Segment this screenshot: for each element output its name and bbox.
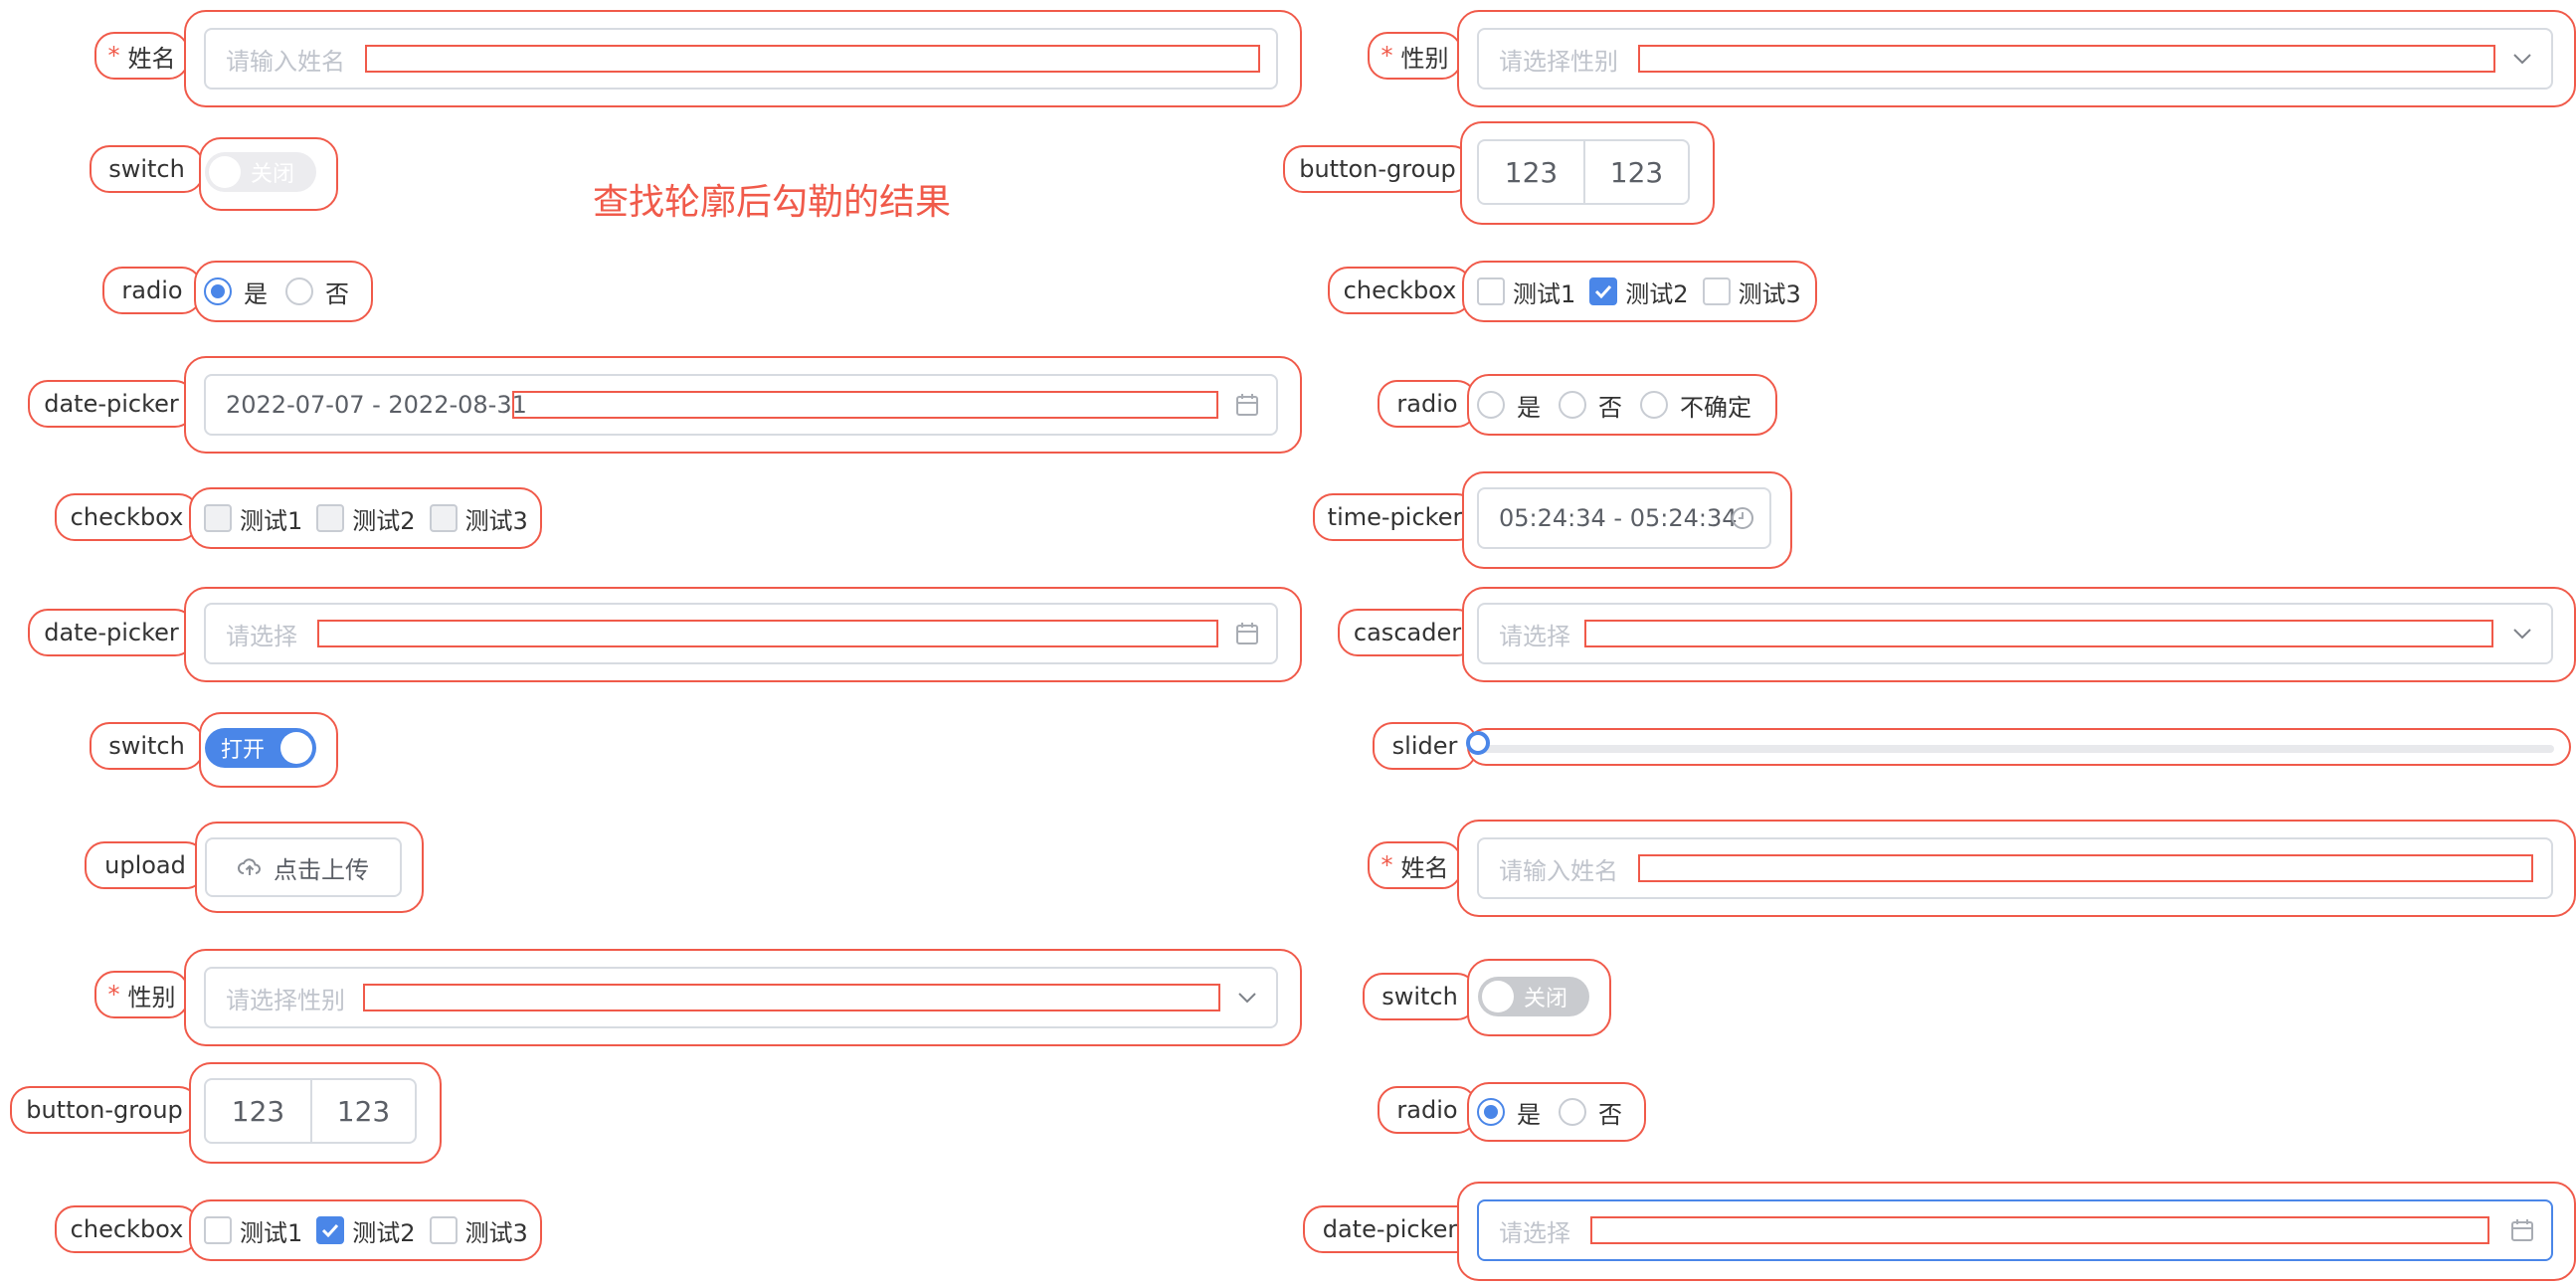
button-group-label: button-group [10, 1086, 199, 1134]
switch-knob [209, 156, 241, 188]
date-picker-label: date-picker [1303, 1205, 1477, 1253]
checkbox-group: 测试1 测试2 测试3 [204, 494, 542, 542]
calendar-icon [1232, 390, 1262, 420]
checkbox-test3[interactable]: 测试3 [1702, 275, 1801, 309]
time-picker-label: time-picker [1313, 493, 1477, 541]
radio-label: radio [1378, 1086, 1477, 1134]
checkbox-test3[interactable]: 测试3 [429, 1213, 528, 1248]
time-range-input[interactable]: 05:24:34 - 05:24:34 [1477, 487, 1771, 549]
contour-box [1584, 620, 2493, 647]
chevron-down-icon [1232, 983, 1262, 1012]
gender-label: * 性别 [94, 971, 189, 1018]
switch-knob [280, 732, 312, 764]
group-button-2[interactable]: 123 [1583, 141, 1688, 203]
group-button-2[interactable]: 123 [310, 1080, 415, 1142]
checkbox-test1[interactable]: 测试1 [204, 1213, 302, 1248]
radio-group: 是 否 [204, 268, 367, 315]
checkbox-test1[interactable]: 测试1 [204, 501, 302, 536]
group-button-1[interactable]: 123 [206, 1080, 310, 1142]
contour-box [363, 984, 1220, 1011]
contour-box [1590, 1216, 2489, 1244]
checkbox-test2[interactable]: 测试2 [1589, 275, 1689, 309]
gender-select[interactable]: 请选择性别 [1477, 28, 2553, 90]
name-input[interactable]: 请输入姓名 [204, 28, 1278, 90]
switch-label: switch [90, 145, 204, 193]
contour-box [1638, 45, 2495, 73]
name-label: * 姓名 [94, 32, 189, 80]
switch-label: switch [1363, 973, 1477, 1020]
radio-label: radio [102, 267, 202, 314]
radio-group: 是 否 不确定 [1477, 381, 1769, 429]
button-group: 123 123 [204, 1078, 417, 1144]
radio-label: radio [1378, 380, 1477, 428]
radio-no[interactable]: 否 [285, 275, 349, 309]
cascader-label: cascader [1338, 609, 1477, 656]
gender-label: * 性别 [1368, 32, 1462, 80]
switch-toggle-on[interactable]: 打开 [205, 728, 316, 768]
date-picker-label: date-picker [28, 380, 195, 428]
gender-select[interactable]: 请选择性别 [204, 967, 1278, 1028]
radio-unsure[interactable]: 不确定 [1640, 388, 1751, 423]
slider-handle[interactable] [1466, 731, 1490, 755]
radio-no[interactable]: 否 [1559, 388, 1622, 423]
contour-box [1638, 854, 2533, 882]
checkbox-label: checkbox [55, 1205, 199, 1253]
date-picker-label: date-picker [28, 609, 195, 656]
checkbox-test2[interactable]: 测试2 [316, 501, 416, 536]
cloud-upload-icon [238, 857, 262, 877]
date-input[interactable]: 请选择 [1477, 1199, 2553, 1261]
upload-label: upload [85, 841, 206, 889]
radio-yes[interactable]: 是 [1477, 388, 1541, 423]
slider-track[interactable] [1480, 745, 2554, 753]
switch-toggle-off[interactable]: 关闭 [205, 152, 316, 192]
upload-button[interactable]: 点击上传 [205, 837, 402, 897]
result-note: 查找轮廓后勾勒的结果 [593, 182, 952, 223]
date-range-input[interactable]: 2022-07-07 - 2022-08-31 [204, 374, 1278, 436]
checkbox-test2[interactable]: 测试2 [316, 1213, 416, 1248]
radio-yes[interactable]: 是 [1477, 1095, 1541, 1130]
checkbox-group: 测试1 测试2 测试3 [1477, 268, 1815, 315]
checkbox-group: 测试1 测试2 测试3 [204, 1206, 542, 1254]
calendar-icon [1232, 619, 1262, 648]
button-group: 123 123 [1477, 139, 1690, 205]
switch-toggle-off[interactable]: 关闭 [1478, 977, 1589, 1016]
clock-icon [1728, 503, 1757, 533]
checkbox-test1[interactable]: 测试1 [1477, 275, 1575, 309]
contour-box [512, 391, 1218, 419]
slider-label: slider [1373, 722, 1477, 770]
switch-label: switch [90, 722, 204, 770]
date-input[interactable]: 请选择 [204, 603, 1278, 664]
button-group-label: button-group [1283, 145, 1472, 193]
name-label: * 姓名 [1368, 841, 1462, 889]
contour-box [317, 620, 1218, 647]
chevron-down-icon [2507, 619, 2537, 648]
name-input[interactable]: 请输入姓名 [1477, 837, 2553, 899]
checkbox-label: checkbox [55, 493, 199, 541]
radio-group: 是 否 [1477, 1088, 1640, 1136]
checkbox-test3[interactable]: 测试3 [429, 501, 528, 536]
group-button-1[interactable]: 123 [1479, 141, 1583, 203]
radio-yes[interactable]: 是 [204, 275, 268, 309]
switch-knob [1482, 981, 1514, 1012]
chevron-down-icon [2507, 44, 2537, 74]
calendar-icon [2507, 1215, 2537, 1245]
contour-box [365, 45, 1260, 73]
checkbox-label: checkbox [1328, 267, 1472, 314]
radio-no[interactable]: 否 [1559, 1095, 1622, 1130]
cascader-select[interactable]: 请选择 [1477, 603, 2553, 664]
